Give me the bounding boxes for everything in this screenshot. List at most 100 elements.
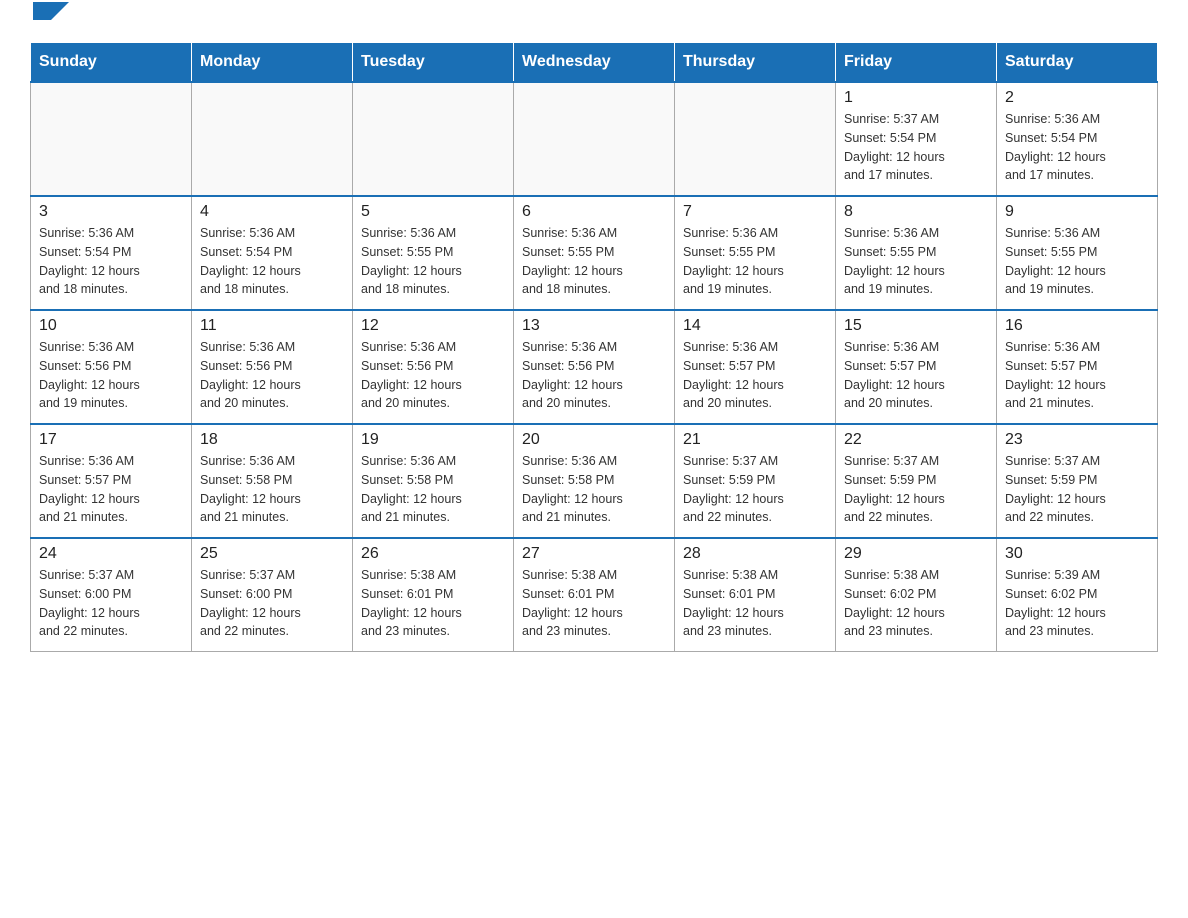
day-number: 25 (200, 545, 344, 563)
day-info: Sunrise: 5:36 AM Sunset: 5:55 PM Dayligh… (1005, 224, 1149, 299)
calendar-cell: 8 Sunrise: 5:36 AM Sunset: 5:55 PM Daylig… (836, 196, 997, 310)
day-info: Sunrise: 5:38 AM Sunset: 6:02 PM Dayligh… (844, 566, 988, 641)
day-info: Sunrise: 5:38 AM Sunset: 6:01 PM Dayligh… (683, 566, 827, 641)
page-header (30, 20, 1158, 22)
logo (30, 20, 69, 22)
day-info: Sunrise: 5:37 AM Sunset: 5:59 PM Dayligh… (844, 452, 988, 527)
day-info: Sunrise: 5:36 AM Sunset: 5:58 PM Dayligh… (522, 452, 666, 527)
day-info: Sunrise: 5:36 AM Sunset: 5:57 PM Dayligh… (683, 338, 827, 413)
calendar-cell: 2 Sunrise: 5:36 AM Sunset: 5:54 PM Daylig… (997, 82, 1158, 196)
col-header-saturday: Saturday (997, 43, 1158, 83)
day-number: 23 (1005, 431, 1149, 449)
day-info: Sunrise: 5:36 AM Sunset: 5:56 PM Dayligh… (39, 338, 183, 413)
day-info: Sunrise: 5:36 AM Sunset: 5:55 PM Dayligh… (683, 224, 827, 299)
calendar-cell: 3 Sunrise: 5:36 AM Sunset: 5:54 PM Daylig… (31, 196, 192, 310)
day-number: 12 (361, 317, 505, 335)
day-info: Sunrise: 5:37 AM Sunset: 6:00 PM Dayligh… (39, 566, 183, 641)
day-info: Sunrise: 5:36 AM Sunset: 5:54 PM Dayligh… (39, 224, 183, 299)
calendar-header-row: SundayMondayTuesdayWednesdayThursdayFrid… (31, 43, 1158, 83)
day-info: Sunrise: 5:37 AM Sunset: 5:59 PM Dayligh… (683, 452, 827, 527)
calendar-cell: 16Sunrise: 5:36 AM Sunset: 5:57 PM Dayli… (997, 310, 1158, 424)
day-number: 27 (522, 545, 666, 563)
col-header-sunday: Sunday (31, 43, 192, 83)
col-header-friday: Friday (836, 43, 997, 83)
calendar-week-1: 1 Sunrise: 5:37 AM Sunset: 5:54 PM Daylig… (31, 82, 1158, 196)
day-number: 9 (1005, 203, 1149, 221)
calendar-cell: 29 Sunrise: 5:38 AM Sunset: 6:02 PM Dayli… (836, 538, 997, 652)
calendar-cell: 23 Sunrise: 5:37 AM Sunset: 5:59 PM Dayli… (997, 424, 1158, 538)
calendar-cell: 7 Sunrise: 5:36 AM Sunset: 5:55 PM Daylig… (675, 196, 836, 310)
day-info: Sunrise: 5:36 AM Sunset: 5:55 PM Dayligh… (361, 224, 505, 299)
day-number: 30 (1005, 545, 1149, 563)
day-info: Sunrise: 5:36 AM Sunset: 5:54 PM Dayligh… (1005, 110, 1149, 185)
day-number: 8 (844, 203, 988, 221)
day-number: 1 (844, 89, 988, 107)
day-number: 28 (683, 545, 827, 563)
day-number: 13 (522, 317, 666, 335)
calendar-cell (353, 82, 514, 196)
day-number: 7 (683, 203, 827, 221)
day-info: Sunrise: 5:36 AM Sunset: 5:55 PM Dayligh… (522, 224, 666, 299)
calendar-cell: 28 Sunrise: 5:38 AM Sunset: 6:01 PM Dayli… (675, 538, 836, 652)
day-number: 10 (39, 317, 183, 335)
calendar-cell: 12 Sunrise: 5:36 AM Sunset: 5:56 PM Dayli… (353, 310, 514, 424)
calendar-cell: 5 Sunrise: 5:36 AM Sunset: 5:55 PM Daylig… (353, 196, 514, 310)
col-header-tuesday: Tuesday (353, 43, 514, 83)
calendar-week-4: 17 Sunrise: 5:36 AM Sunset: 5:57 PM Dayli… (31, 424, 1158, 538)
calendar-cell: 21 Sunrise: 5:37 AM Sunset: 5:59 PM Dayli… (675, 424, 836, 538)
day-info: Sunrise: 5:39 AM Sunset: 6:02 PM Dayligh… (1005, 566, 1149, 641)
day-info: Sunrise: 5:38 AM Sunset: 6:01 PM Dayligh… (522, 566, 666, 641)
day-info: Sunrise: 5:36 AM Sunset: 5:56 PM Dayligh… (361, 338, 505, 413)
day-number: 16 (1005, 317, 1149, 335)
day-info: Sunrise: 5:36 AM Sunset: 5:56 PM Dayligh… (522, 338, 666, 413)
day-number: 4 (200, 203, 344, 221)
day-number: 26 (361, 545, 505, 563)
calendar-cell: 6 Sunrise: 5:36 AM Sunset: 5:55 PM Daylig… (514, 196, 675, 310)
day-number: 19 (361, 431, 505, 449)
day-info: Sunrise: 5:36 AM Sunset: 5:55 PM Dayligh… (844, 224, 988, 299)
calendar-cell (675, 82, 836, 196)
calendar-cell: 4 Sunrise: 5:36 AM Sunset: 5:54 PM Daylig… (192, 196, 353, 310)
calendar-week-3: 10 Sunrise: 5:36 AM Sunset: 5:56 PM Dayli… (31, 310, 1158, 424)
day-info: Sunrise: 5:36 AM Sunset: 5:57 PM Dayligh… (39, 452, 183, 527)
calendar-cell: 18 Sunrise: 5:36 AM Sunset: 5:58 PM Dayli… (192, 424, 353, 538)
day-info: Sunrise: 5:36 AM Sunset: 5:58 PM Dayligh… (200, 452, 344, 527)
calendar-cell (192, 82, 353, 196)
calendar-cell: 1 Sunrise: 5:37 AM Sunset: 5:54 PM Daylig… (836, 82, 997, 196)
day-number: 17 (39, 431, 183, 449)
day-number: 21 (683, 431, 827, 449)
day-number: 14 (683, 317, 827, 335)
logo-arrow-icon (33, 2, 69, 20)
calendar-cell: 19 Sunrise: 5:36 AM Sunset: 5:58 PM Dayli… (353, 424, 514, 538)
day-number: 6 (522, 203, 666, 221)
day-number: 29 (844, 545, 988, 563)
day-number: 18 (200, 431, 344, 449)
col-header-wednesday: Wednesday (514, 43, 675, 83)
col-header-monday: Monday (192, 43, 353, 83)
day-number: 15 (844, 317, 988, 335)
calendar-cell: 17 Sunrise: 5:36 AM Sunset: 5:57 PM Dayli… (31, 424, 192, 538)
day-number: 5 (361, 203, 505, 221)
calendar-cell: 13 Sunrise: 5:36 AM Sunset: 5:56 PM Dayli… (514, 310, 675, 424)
day-info: Sunrise: 5:36 AM Sunset: 5:56 PM Dayligh… (200, 338, 344, 413)
calendar-week-5: 24 Sunrise: 5:37 AM Sunset: 6:00 PM Dayli… (31, 538, 1158, 652)
day-number: 11 (200, 317, 344, 335)
day-info: Sunrise: 5:37 AM Sunset: 5:59 PM Dayligh… (1005, 452, 1149, 527)
day-number: 2 (1005, 89, 1149, 107)
calendar-cell: 30 Sunrise: 5:39 AM Sunset: 6:02 PM Dayli… (997, 538, 1158, 652)
calendar-cell: 22 Sunrise: 5:37 AM Sunset: 5:59 PM Dayli… (836, 424, 997, 538)
col-header-thursday: Thursday (675, 43, 836, 83)
day-info: Sunrise: 5:36 AM Sunset: 5:54 PM Dayligh… (200, 224, 344, 299)
calendar-cell: 14 Sunrise: 5:36 AM Sunset: 5:57 PM Dayli… (675, 310, 836, 424)
calendar-cell: 26Sunrise: 5:38 AM Sunset: 6:01 PM Dayli… (353, 538, 514, 652)
calendar-cell (31, 82, 192, 196)
day-number: 24 (39, 545, 183, 563)
calendar-cell: 11 Sunrise: 5:36 AM Sunset: 5:56 PM Dayli… (192, 310, 353, 424)
day-number: 3 (39, 203, 183, 221)
calendar-cell: 20Sunrise: 5:36 AM Sunset: 5:58 PM Dayli… (514, 424, 675, 538)
calendar-cell: 27 Sunrise: 5:38 AM Sunset: 6:01 PM Dayli… (514, 538, 675, 652)
day-info: Sunrise: 5:36 AM Sunset: 5:58 PM Dayligh… (361, 452, 505, 527)
calendar-cell (514, 82, 675, 196)
day-number: 22 (844, 431, 988, 449)
day-info: Sunrise: 5:37 AM Sunset: 5:54 PM Dayligh… (844, 110, 988, 185)
